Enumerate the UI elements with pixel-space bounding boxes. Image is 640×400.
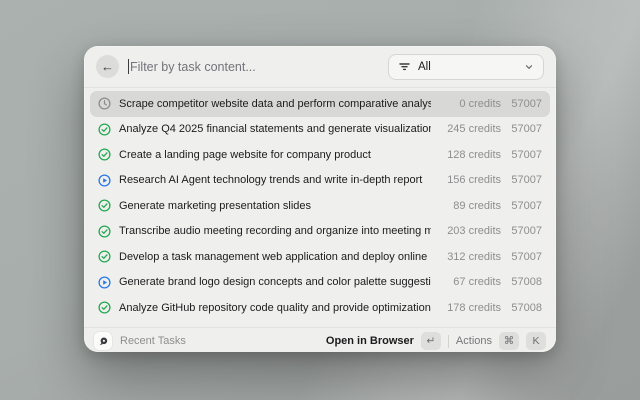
task-credits: 128 credits bbox=[439, 149, 501, 161]
task-row[interactable]: Generate brand logo design concepts and … bbox=[90, 270, 550, 296]
footer-context-label: Recent Tasks bbox=[120, 335, 318, 347]
task-id: 57007 bbox=[509, 200, 542, 212]
task-title: Transcribe audio meeting recording and o… bbox=[119, 225, 431, 237]
task-row[interactable]: Create a landing page website for compan… bbox=[90, 142, 550, 168]
task-credits: 156 credits bbox=[439, 174, 501, 186]
task-row[interactable]: Research AI Agent technology trends and … bbox=[90, 168, 550, 194]
task-credits: 312 credits bbox=[439, 251, 501, 263]
task-title: Create a landing page website for compan… bbox=[119, 149, 431, 161]
task-palette-window: ← Filter by task content... All bbox=[84, 46, 556, 352]
task-title: Research AI Agent technology trends and … bbox=[119, 174, 431, 186]
return-key-badge: ↵ bbox=[421, 332, 441, 350]
check-circle-icon bbox=[98, 148, 111, 161]
back-button[interactable]: ← bbox=[96, 55, 119, 78]
check-circle-icon bbox=[98, 123, 111, 136]
actions-menu-button[interactable]: Actions bbox=[456, 335, 492, 347]
task-id: 57007 bbox=[509, 251, 542, 263]
task-credits: 67 credits bbox=[439, 276, 501, 288]
task-title: Scrape competitor website data and perfo… bbox=[119, 98, 431, 110]
task-title: Generate brand logo design concepts and … bbox=[119, 276, 431, 288]
task-list: Scrape competitor website data and perfo… bbox=[84, 88, 556, 327]
filter-selected-value: All bbox=[418, 61, 517, 73]
open-in-browser-button[interactable]: Open in Browser bbox=[326, 335, 414, 347]
play-circle-icon bbox=[98, 174, 111, 187]
check-circle-icon bbox=[98, 199, 111, 212]
filter-icon bbox=[398, 60, 411, 73]
footer-actions: Open in Browser ↵ Actions ⌘ K bbox=[326, 332, 546, 350]
clock-icon bbox=[98, 97, 111, 110]
filter-dropdown[interactable]: All bbox=[388, 54, 544, 80]
task-row[interactable]: Develop a task management web applicatio… bbox=[90, 244, 550, 270]
task-credits: 0 credits bbox=[439, 98, 501, 110]
play-circle-icon bbox=[98, 276, 111, 289]
task-id: 57008 bbox=[509, 302, 542, 314]
task-title: Analyze GitHub repository code quality a… bbox=[119, 302, 431, 314]
arrow-left-icon: ← bbox=[101, 60, 114, 73]
task-row[interactable]: Generate marketing presentation slides 8… bbox=[90, 193, 550, 219]
task-row[interactable]: Transcribe audio meeting recording and o… bbox=[90, 219, 550, 245]
check-circle-icon bbox=[98, 301, 111, 314]
search-input[interactable]: Filter by task content... bbox=[128, 59, 388, 74]
footer-separator bbox=[448, 335, 449, 348]
task-id: 57007 bbox=[509, 174, 542, 186]
task-credits: 203 credits bbox=[439, 225, 501, 237]
task-title: Develop a task management web applicatio… bbox=[119, 251, 431, 263]
task-title: Analyze Q4 2025 financial statements and… bbox=[119, 123, 431, 135]
k-key-badge: K bbox=[526, 332, 546, 350]
chevron-down-icon bbox=[524, 62, 534, 72]
text-caret bbox=[128, 59, 129, 74]
command-key-badge: ⌘ bbox=[499, 332, 519, 350]
task-id: 57008 bbox=[509, 276, 542, 288]
task-credits: 89 credits bbox=[439, 200, 501, 212]
task-id: 57007 bbox=[509, 98, 542, 110]
task-title: Generate marketing presentation slides bbox=[119, 200, 431, 212]
task-id: 57007 bbox=[509, 149, 542, 161]
task-id: 57007 bbox=[509, 123, 542, 135]
search-placeholder: Filter by task content... bbox=[130, 60, 256, 74]
palette-header: ← Filter by task content... All bbox=[84, 46, 556, 88]
task-row[interactable]: Scrape competitor website data and perfo… bbox=[90, 91, 550, 117]
app-icon bbox=[94, 332, 112, 350]
task-credits: 245 credits bbox=[439, 123, 501, 135]
check-circle-icon bbox=[98, 250, 111, 263]
task-credits: 178 credits bbox=[439, 302, 501, 314]
task-row[interactable]: Analyze Q4 2025 financial statements and… bbox=[90, 117, 550, 143]
task-row[interactable]: Analyze GitHub repository code quality a… bbox=[90, 295, 550, 321]
check-circle-icon bbox=[98, 225, 111, 238]
task-id: 57007 bbox=[509, 225, 542, 237]
palette-footer: Recent Tasks Open in Browser ↵ Actions ⌘… bbox=[84, 327, 556, 353]
